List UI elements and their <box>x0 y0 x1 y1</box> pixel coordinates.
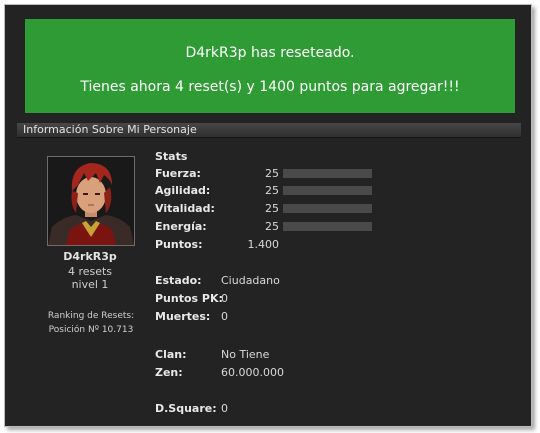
stat-fuerza-label: Fuerza: <box>155 167 201 180</box>
stat-vitalidad-label: Vitalidad: <box>155 202 215 215</box>
panel: D4rkR3p has reseteado. Tienes ahora 4 re… <box>4 4 532 427</box>
character-portrait-icon <box>48 157 134 245</box>
estado-label: Estado: <box>155 274 202 287</box>
ranking-label: Ranking de Resets: <box>47 311 135 321</box>
stat-fuerza-bar <box>283 169 372 178</box>
stat-vitalidad-value: 25 <box>265 202 279 215</box>
character-level: nivel 1 <box>71 278 109 291</box>
muertes-value: 0 <box>221 310 228 323</box>
reset-success-banner: D4rkR3p has reseteado. Tienes ahora 4 re… <box>25 19 515 113</box>
stat-energia-bar <box>283 222 372 231</box>
clan-value: No Tiene <box>221 348 270 361</box>
puntos-pk-value: 0 <box>221 292 228 305</box>
dsquare-value: 0 <box>221 402 228 415</box>
muertes-label: Muertes: <box>155 310 211 323</box>
estado-value: Ciudadano <box>221 274 280 287</box>
clan-label: Clan: <box>155 348 187 361</box>
puntos-pk-label: Puntos PK: <box>155 292 223 305</box>
stat-puntos-value: 1.400 <box>247 238 280 251</box>
character-resets: 4 resets <box>67 265 113 278</box>
stat-agilidad-label: Agilidad: <box>155 184 211 197</box>
banner-message: D4rkR3p has reseteado. <box>185 45 355 61</box>
ranking-position: Posición Nº 10.713 <box>48 325 134 335</box>
stat-agilidad-bar <box>283 186 372 195</box>
zen-label: Zen: <box>155 366 183 379</box>
stats-heading: Stats <box>155 150 188 163</box>
character-avatar <box>47 156 135 246</box>
stat-energia-value: 25 <box>265 220 279 233</box>
dsquare-label: D.Square: <box>155 402 217 415</box>
stat-puntos-label: Puntos: <box>155 238 203 251</box>
stat-fuerza-value: 25 <box>265 167 279 180</box>
section-header: Información Sobre Mi Personaje <box>17 123 521 138</box>
character-name: D4rkR3p <box>63 250 117 263</box>
stat-vitalidad-bar <box>283 204 372 213</box>
stat-agilidad-value: 25 <box>265 184 279 197</box>
stat-energia-label: Energía: <box>155 220 207 233</box>
section-title: Información Sobre Mi Personaje <box>23 123 197 136</box>
zen-value: 60.000.000 <box>221 366 284 379</box>
banner-detail: Tienes ahora 4 reset(s) y 1400 puntos pa… <box>80 79 460 95</box>
